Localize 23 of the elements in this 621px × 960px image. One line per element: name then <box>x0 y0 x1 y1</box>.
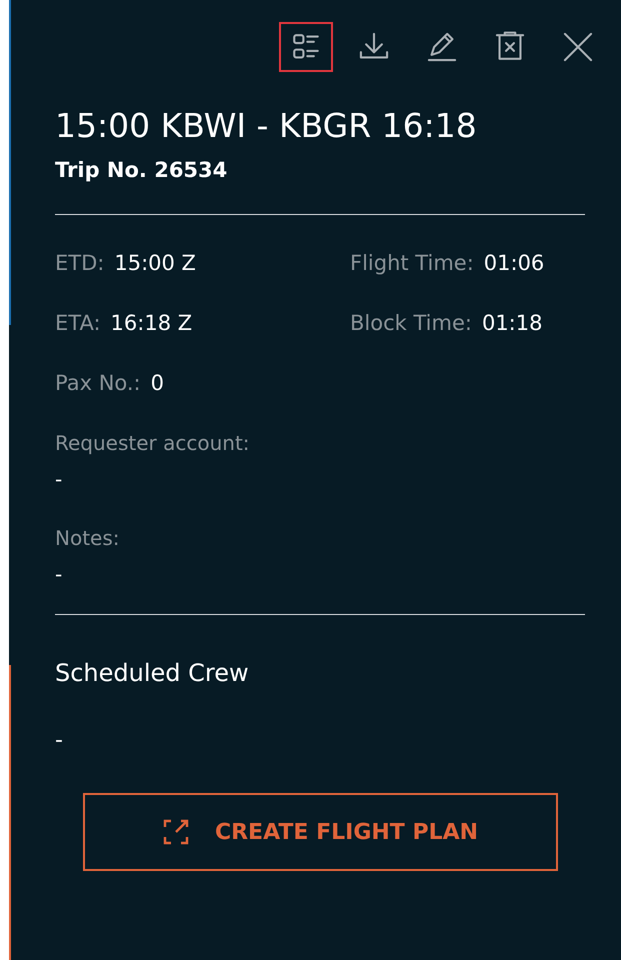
field-label: Pax No.: <box>55 370 141 397</box>
field-value: 0 <box>150 370 164 397</box>
field-value: - <box>55 466 64 493</box>
field-value: - <box>55 561 64 588</box>
field-label: ETD: <box>55 250 104 277</box>
trip-title: 15:00 KBWI - KBGR 16:18 <box>55 106 478 146</box>
field-value: 15:00 Z <box>114 250 196 277</box>
close-icon <box>561 30 595 64</box>
field-label: Block Time: <box>350 310 472 337</box>
pencil-icon <box>425 30 459 64</box>
toolbar-button[interactable] <box>279 22 333 72</box>
expand-icon <box>162 819 189 845</box>
field-label: ETA: <box>55 310 101 337</box>
section-heading: Scheduled Crew <box>55 658 250 689</box>
field-label: Requester account: <box>55 430 251 457</box>
trip-number: Trip No. 26534 <box>55 157 228 184</box>
field-label: Notes: <box>55 525 121 552</box>
field-value: 01:06 <box>484 250 544 277</box>
create-flight-plan-button[interactable]: CREATE FLIGHT PLAN <box>83 793 558 871</box>
field-value: 16:18 Z <box>110 310 192 337</box>
crew-value: - <box>55 727 64 755</box>
field-label: Flight Time: <box>350 250 474 277</box>
field-value: 01:18 <box>482 310 542 337</box>
